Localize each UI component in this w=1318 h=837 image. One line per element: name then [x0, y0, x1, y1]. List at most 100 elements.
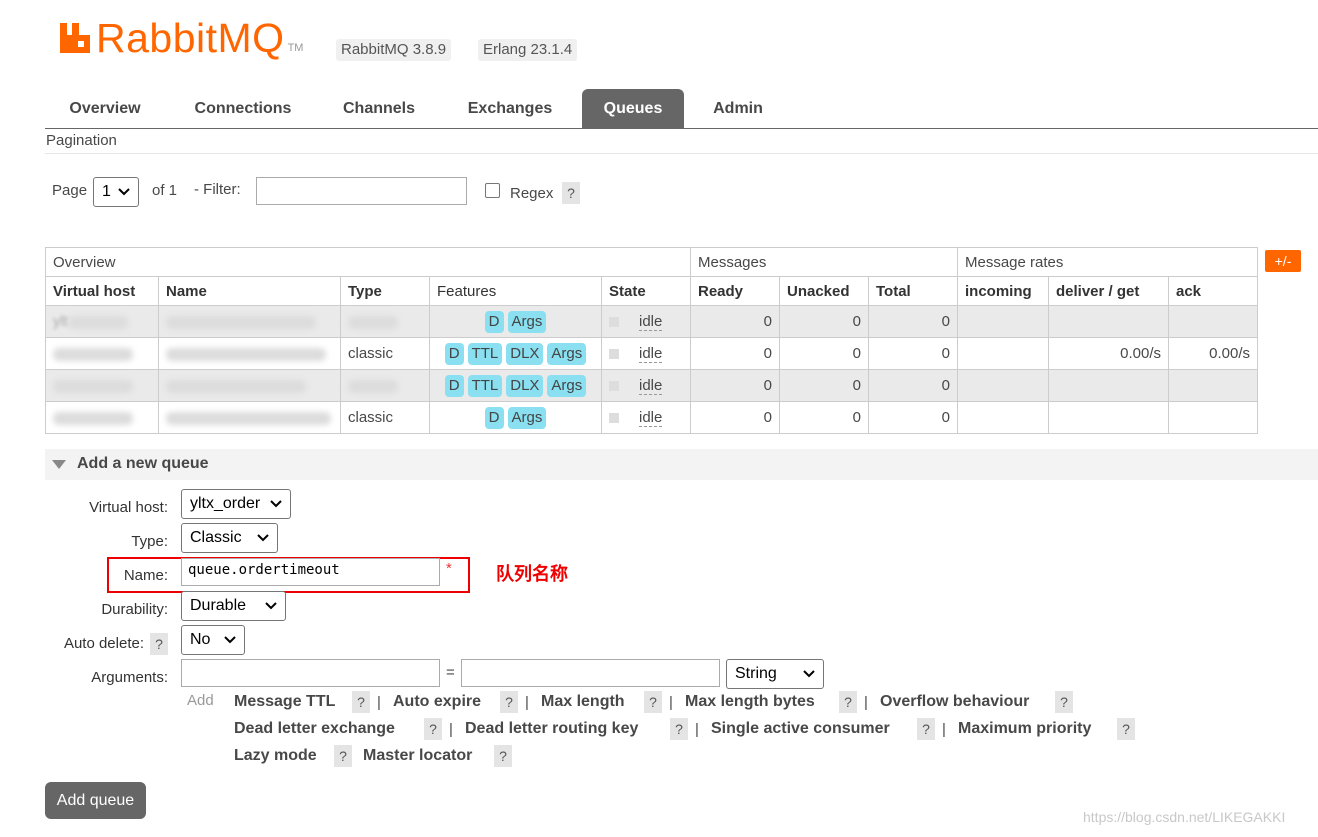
help-max-length[interactable]: ?	[644, 691, 662, 713]
col-unacked[interactable]: Unacked	[779, 276, 869, 306]
arg-auto-expire[interactable]: Auto expire	[393, 693, 481, 711]
tab-connections[interactable]: Connections	[175, 89, 311, 128]
annotation-text: 队列名称	[496, 564, 568, 584]
tab-queues[interactable]: Queues	[582, 89, 684, 128]
argument-key-input[interactable]	[181, 659, 440, 687]
ack-cell	[1168, 401, 1258, 434]
help-auto-expire[interactable]: ?	[500, 691, 518, 713]
col-name[interactable]: Name	[158, 276, 341, 306]
col-state[interactable]: State	[601, 276, 691, 306]
collapse-triangle-icon[interactable]	[52, 460, 66, 469]
type-cell: classic	[340, 401, 430, 434]
queues-table: Overview Messages Message rates Virtual …	[45, 247, 1258, 434]
filter-input[interactable]	[256, 177, 467, 205]
arg-dead-letter-routing-key[interactable]: Dead letter routing key	[465, 720, 638, 738]
feature-badge: Args	[507, 406, 547, 429]
durability-label: Durability:	[101, 601, 168, 618]
auto-delete-select[interactable]: No	[181, 625, 245, 655]
total-cell: 0	[868, 401, 958, 434]
page-select[interactable]: 1	[93, 177, 139, 207]
regex-checkbox[interactable]	[485, 183, 500, 198]
ready-cell: 0	[690, 401, 780, 434]
separator: |	[525, 694, 529, 711]
ready-cell: 0	[690, 369, 780, 402]
queue-name-input[interactable]: queue.ordertimeout	[181, 558, 440, 586]
name-cell[interactable]	[158, 401, 341, 434]
arguments-label: Arguments:	[91, 669, 168, 686]
blurred-text	[166, 379, 306, 393]
col-deliver-get[interactable]: deliver / get	[1048, 276, 1169, 306]
help-master-locator[interactable]: ?	[494, 745, 512, 767]
help-lazy-mode[interactable]: ?	[334, 745, 352, 767]
name-cell[interactable]	[158, 305, 341, 338]
help-single-active-consumer[interactable]: ?	[917, 718, 935, 740]
vhost-label: Virtual host:	[89, 499, 168, 516]
separator: |	[942, 721, 946, 738]
type-cell: classic	[340, 337, 430, 370]
help-message-ttl[interactable]: ?	[352, 691, 370, 713]
blurred-text	[53, 379, 133, 393]
argument-type-select[interactable]: String	[726, 659, 824, 689]
name-cell[interactable]	[158, 369, 341, 402]
col-ack[interactable]: ack	[1168, 276, 1258, 306]
type-select[interactable]: Classic	[181, 523, 278, 553]
type-cell	[340, 369, 430, 402]
arg-lazy-mode[interactable]: Lazy mode	[234, 747, 317, 765]
arg-master-locator[interactable]: Master locator	[363, 747, 472, 765]
blurred-text	[348, 315, 398, 329]
arg-max-length[interactable]: Max length	[541, 693, 625, 711]
separator: |	[669, 694, 673, 711]
auto-delete-help[interactable]: ?	[150, 633, 168, 655]
add-queue-title[interactable]: Add a new queue	[77, 455, 209, 473]
deliver-get-cell	[1048, 305, 1169, 338]
feature-badge: D	[444, 342, 464, 365]
state-text: idle	[639, 377, 663, 395]
ready-cell: 0	[690, 337, 780, 370]
blurred-text	[166, 347, 326, 361]
pagination-title[interactable]: Pagination	[46, 132, 117, 149]
ack-cell	[1168, 305, 1258, 338]
help-overflow-behaviour[interactable]: ?	[1055, 691, 1073, 713]
help-maximum-priority[interactable]: ?	[1117, 718, 1135, 740]
feature-badge: Args	[547, 342, 587, 365]
argument-equals: =	[446, 664, 455, 681]
feature-badge: Args	[547, 374, 587, 397]
help-dead-letter-routing-key[interactable]: ?	[670, 718, 688, 740]
arg-single-active-consumer[interactable]: Single active consumer	[711, 720, 890, 738]
tab-admin[interactable]: Admin	[695, 89, 781, 128]
col-virtual-host[interactable]: Virtual host	[45, 276, 159, 306]
col-incoming[interactable]: incoming	[957, 276, 1049, 306]
feature-badge: TTL	[467, 342, 503, 365]
add-label: Add	[187, 692, 214, 709]
arg-max-length-bytes[interactable]: Max length bytes	[685, 693, 815, 711]
help-dead-letter-exchange[interactable]: ?	[424, 718, 442, 740]
arg-overflow-behaviour[interactable]: Overflow behaviour	[880, 693, 1029, 711]
name-cell[interactable]	[158, 337, 341, 370]
col-type[interactable]: Type	[340, 276, 430, 306]
add-queue-button[interactable]: Add queue	[45, 782, 146, 819]
arg-maximum-priority[interactable]: Maximum priority	[958, 720, 1091, 738]
toggle-columns-button[interactable]: +/-	[1265, 250, 1301, 272]
type-select-value: Classic	[190, 529, 242, 546]
type-label: Type:	[131, 533, 168, 550]
deliver-get-cell	[1048, 369, 1169, 402]
arg-message-ttl[interactable]: Message TTL	[234, 693, 335, 711]
argument-value-input[interactable]	[461, 659, 720, 687]
total-cell: 0	[868, 369, 958, 402]
tab-channels[interactable]: Channels	[325, 89, 433, 128]
col-ready[interactable]: Ready	[690, 276, 780, 306]
tab-overview[interactable]: Overview	[50, 89, 160, 128]
regex-help[interactable]: ?	[562, 182, 580, 204]
vhost-select[interactable]: yltx_order	[181, 489, 291, 519]
add-queue-section-header[interactable]	[45, 449, 1318, 480]
ack-cell	[1168, 369, 1258, 402]
arg-dead-letter-exchange[interactable]: Dead letter exchange	[234, 720, 395, 738]
state-cell: idle	[601, 305, 691, 338]
tab-exchanges[interactable]: Exchanges	[449, 89, 571, 128]
chevron-down-icon	[118, 188, 130, 196]
durability-select-value: Durable	[190, 597, 247, 614]
state-text: idle	[639, 313, 663, 331]
help-max-length-bytes[interactable]: ?	[839, 691, 857, 713]
durability-select[interactable]: Durable	[181, 591, 286, 621]
col-total[interactable]: Total	[868, 276, 958, 306]
